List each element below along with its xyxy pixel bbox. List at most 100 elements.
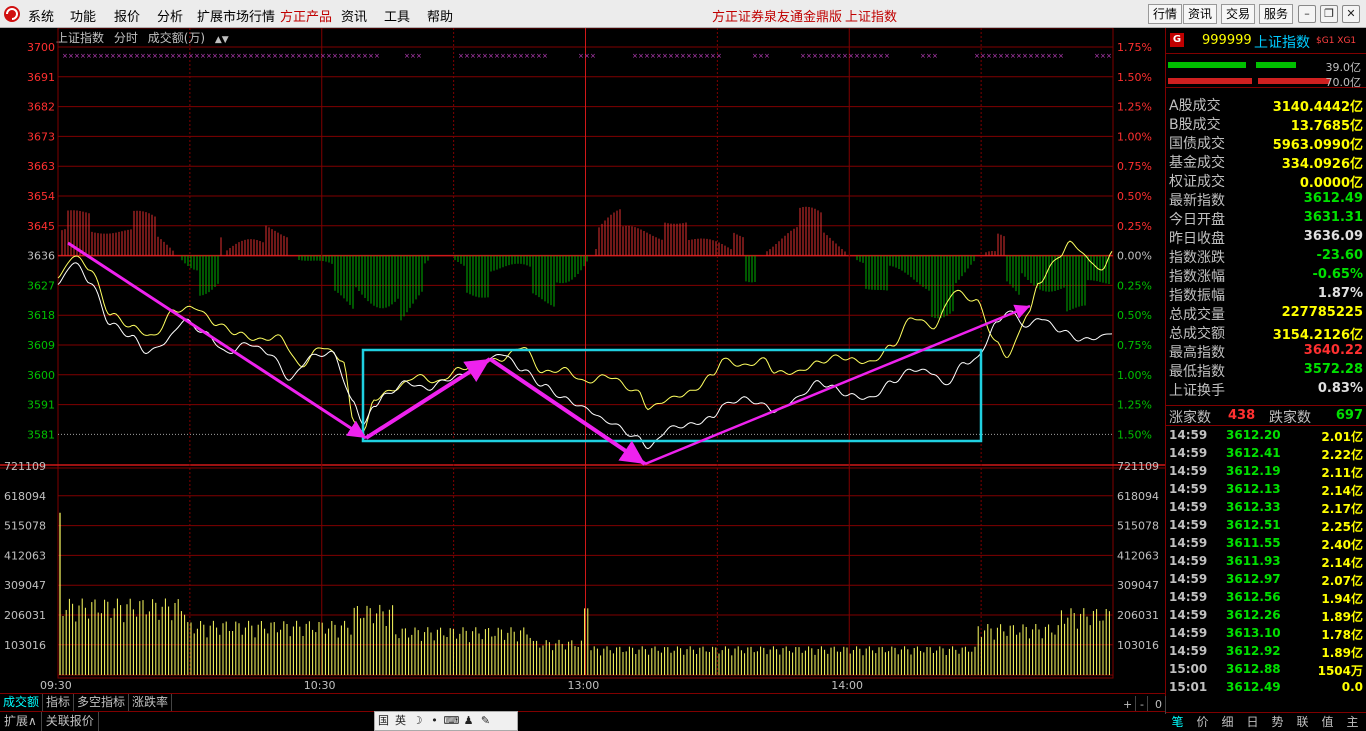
stat-row: 最低指数 3572.28 <box>1166 360 1366 380</box>
tab-rise-fall[interactable]: 涨跌率 <box>129 694 173 712</box>
time-tick-label: 13:00 <box>568 679 600 692</box>
marker-x: × <box>302 52 308 60</box>
quote-button[interactable]: 行情 <box>1148 4 1183 24</box>
marker-x: × <box>140 52 146 60</box>
tick-volume: 1.94亿 <box>1321 592 1363 606</box>
menu-extended-market[interactable]: 扩展市场行情 <box>197 6 275 25</box>
tick-price: 3612.26 <box>1226 608 1281 622</box>
close-icon[interactable]: ✕ <box>1342 5 1360 23</box>
stat-value: 3636.09 <box>1303 229 1363 244</box>
ime-keyboard-icon[interactable]: ⌨ <box>443 712 460 730</box>
percent-tick-label: 1.00% <box>1117 369 1152 382</box>
menu-help[interactable]: 帮助 <box>427 6 453 25</box>
percent-tick-label: 1.25% <box>1117 101 1152 114</box>
marker-x: × <box>638 52 644 60</box>
ime-dot-icon[interactable]: • <box>426 712 443 730</box>
stat-row: 最新指数 3612.49 <box>1166 189 1366 209</box>
related-quote-tab[interactable]: 关联报价 <box>42 712 99 731</box>
marker-x: × <box>176 52 182 60</box>
tick-volume: 2.14亿 <box>1321 484 1363 498</box>
trade-button[interactable]: 交易 <box>1221 4 1256 24</box>
menu-function[interactable]: 功能 <box>70 6 96 25</box>
marker-x: × <box>470 52 476 60</box>
extend-tab[interactable]: 扩展∧ <box>0 712 42 731</box>
price-tick-label: 3673 <box>27 130 55 143</box>
stat-label: 指数振幅 <box>1169 288 1225 304</box>
stat-label: 今日开盘 <box>1169 212 1225 228</box>
intraday-chart[interactable]: 3700 1.75% 3691 1.50% 3682 1.25% 3673 1.00% 3663… <box>0 28 1165 692</box>
volume-tick-label-right: 515078 <box>1117 520 1159 533</box>
tick-volume: 1.89亿 <box>1321 610 1363 624</box>
right-tab[interactable]: 联 <box>1290 713 1315 731</box>
minimize-icon[interactable]: – <box>1298 5 1316 23</box>
right-tab[interactable]: 笔 <box>1165 713 1190 731</box>
ime-toolbar: 国英 ☽ • ⌨ ♟ ✎ <box>374 711 518 731</box>
ime-user-icon[interactable]: ♟ <box>460 712 477 730</box>
right-tab[interactable]: 势 <box>1265 713 1290 731</box>
right-tab[interactable]: 细 <box>1215 713 1240 731</box>
percent-tick-label: 1.00% <box>1117 130 1152 143</box>
menu-info[interactable]: 资讯 <box>341 6 367 25</box>
tab-turnover[interactable]: 成交额 <box>0 694 44 712</box>
up-label: 涨家数 <box>1169 410 1211 426</box>
info-button[interactable]: 资讯 <box>1183 4 1218 24</box>
marker-x: × <box>866 52 872 60</box>
volume-tick-label: 515078 <box>4 520 46 533</box>
marker-x: × <box>482 52 488 60</box>
price-tick-label: 3645 <box>27 220 55 233</box>
right-tab[interactable]: 值 <box>1315 713 1340 731</box>
red-bar <box>1168 78 1252 84</box>
ime-english-icon[interactable]: 英 <box>392 712 409 730</box>
right-tab[interactable]: 主 <box>1340 713 1365 731</box>
time-tick-label: 09:30 <box>40 679 72 692</box>
ime-wrench-icon[interactable]: ✎ <box>477 712 494 730</box>
stat-label: 基金成交 <box>1169 155 1225 171</box>
marker-x: × <box>194 52 200 60</box>
volume-tick-label: 206031 <box>4 609 46 622</box>
ime-country-icon[interactable]: 国 <box>375 712 392 730</box>
volume-tick-label: 103016 <box>4 639 46 652</box>
percent-tick-label: 1.50% <box>1117 71 1152 84</box>
marker-x: × <box>464 52 470 60</box>
tick-row: 14:59 3612.56 1.94亿 <box>1166 588 1366 606</box>
stat-value: 3612.49 <box>1303 191 1363 206</box>
marker-x: × <box>992 52 998 60</box>
percent-tick-label: 0.25% <box>1117 279 1152 292</box>
ime-moon-icon[interactable]: ☽ <box>409 712 426 730</box>
advance-decline-row: 涨家数 438 跌家数 697 <box>1166 406 1366 426</box>
marker-x: × <box>812 52 818 60</box>
marker-x: × <box>668 52 674 60</box>
tab-long-short[interactable]: 多空指标 <box>74 694 130 712</box>
marker-x: × <box>290 52 296 60</box>
marker-x: × <box>164 52 170 60</box>
right-tab[interactable]: 日 <box>1240 713 1265 731</box>
menu-system[interactable]: 系统 <box>28 6 54 25</box>
marker-x: × <box>710 52 716 60</box>
marker-x: × <box>110 52 116 60</box>
menu-founder-products[interactable]: 方正产品 <box>280 6 332 25</box>
tick-row: 14:59 3612.97 2.07亿 <box>1166 570 1366 588</box>
time-tick-label: 10:30 <box>304 679 336 692</box>
tab-indicator[interactable]: 指标 <box>43 694 75 712</box>
menu-analysis[interactable]: 分析 <box>157 6 183 25</box>
tick-price: 3612.49 <box>1226 680 1281 694</box>
tick-row: 14:59 3612.92 1.89亿 <box>1166 642 1366 660</box>
right-panel: G 999999 上证指数 $G1 XG1 39.0亿 70.0亿 A股成交 31… <box>1165 28 1366 713</box>
marker-row: × × × × × × × × × × × × × × × × × × × × × × × × × × × × × × × × × × × × × × × ×… <box>62 52 1112 60</box>
marker-x: × <box>656 52 662 60</box>
marker-x: × <box>128 52 134 60</box>
tick-volume: 1.89亿 <box>1321 646 1363 660</box>
menu-tools[interactable]: 工具 <box>384 6 410 25</box>
marker-x: × <box>266 52 272 60</box>
right-tab[interactable]: 价 <box>1190 713 1215 731</box>
service-button[interactable]: 服务 <box>1259 4 1294 24</box>
tick-volume: 1.78亿 <box>1321 628 1363 642</box>
g-badge[interactable]: G <box>1170 33 1184 47</box>
marker-x: × <box>506 52 512 60</box>
marker-x: × <box>998 52 1004 60</box>
restore-icon[interactable]: ❐ <box>1320 5 1338 23</box>
marker-x: × <box>212 52 218 60</box>
tick-price: 3612.56 <box>1226 590 1281 604</box>
menu-quote[interactable]: 报价 <box>114 6 140 25</box>
stat-label: 昨日收盘 <box>1169 231 1225 247</box>
